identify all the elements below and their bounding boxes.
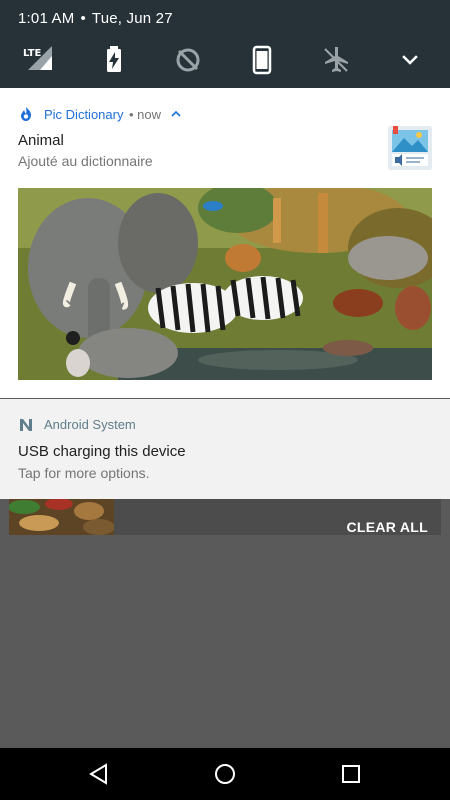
navigation-bar — [0, 748, 450, 800]
status-date[interactable]: Tue, Jun 27 — [92, 10, 173, 27]
pic-dictionary-notification[interactable]: Pic Dictionary • now Animal Ajouté au di… — [0, 88, 450, 398]
lte-signal-icon[interactable]: LTE — [22, 44, 54, 76]
clear-all-button[interactable]: CLEAR ALL — [346, 519, 428, 535]
airplane-mode-icon[interactable] — [320, 44, 352, 76]
android-system-icon — [18, 417, 34, 433]
notification-title: Animal — [18, 132, 64, 149]
status-line: 1:01 AM • Tue, Jun 27 — [18, 10, 173, 27]
notification-time: • now — [129, 107, 162, 122]
notification-text: Ajouté au dictionnaire — [18, 153, 153, 169]
status-separator: • — [80, 10, 86, 27]
lte-label: LTE — [23, 48, 42, 59]
quick-settings-header: 1:01 AM • Tue, Jun 27 LTE — [0, 0, 450, 88]
device-icon[interactable] — [246, 44, 278, 76]
collapsed-notification-thumbnail — [9, 499, 114, 535]
data-saver-icon[interactable] — [172, 44, 204, 76]
system-notification-text: Tap for more options. — [18, 465, 150, 481]
recents-icon[interactable] — [339, 762, 363, 786]
chevron-up-icon[interactable] — [170, 108, 182, 120]
system-notification-title: USB charging this device — [18, 443, 186, 460]
expand-icon[interactable] — [394, 44, 426, 76]
android-system-notification[interactable]: Android System USB charging this device … — [0, 399, 450, 499]
status-time: 1:01 AM — [18, 10, 75, 27]
animal-picture — [18, 188, 432, 380]
notification-app-name: Pic Dictionary — [44, 107, 124, 122]
pic-dictionary-app-icon — [18, 106, 34, 122]
notification-large-icon — [388, 126, 432, 170]
system-app-name: Android System — [44, 417, 136, 432]
quick-settings-tiles: LTE — [0, 44, 450, 76]
back-icon[interactable] — [87, 762, 111, 786]
home-icon[interactable] — [213, 762, 237, 786]
battery-charging-icon[interactable] — [98, 44, 130, 76]
